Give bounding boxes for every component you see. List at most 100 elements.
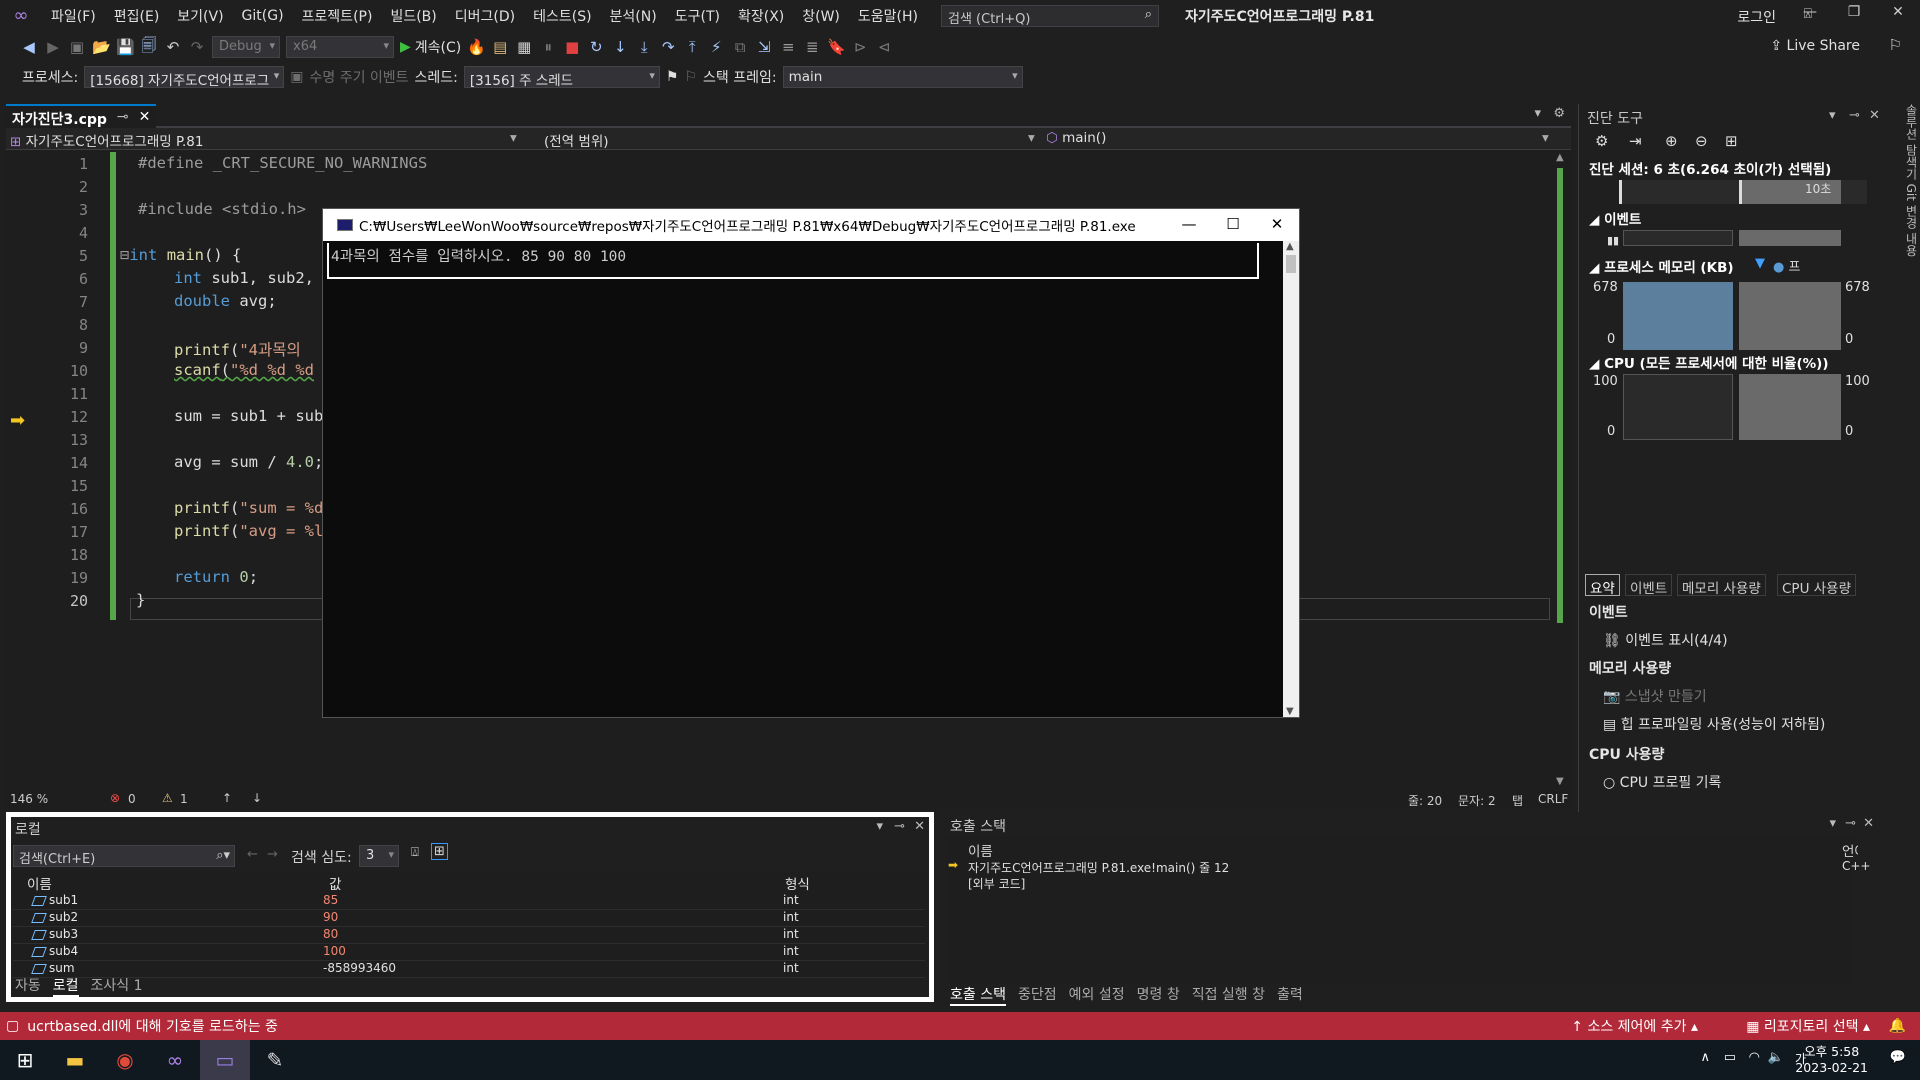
- restart-icon[interactable]: ↻: [587, 38, 605, 56]
- console-titlebar[interactable]: C:₩Users₩LeeWonWoo₩source₩repos₩자기주도C언어프…: [323, 209, 1299, 241]
- hot-reload-icon[interactable]: 🔥: [467, 38, 486, 56]
- menu-help[interactable]: 도움말(H): [849, 6, 927, 26]
- prev-issue-icon[interactable]: ↑: [222, 791, 232, 805]
- heap-profiling-toggle[interactable]: ▤ 힙 프로파일링 사용(성능이 저하됨): [1603, 714, 1825, 734]
- error-count[interactable]: 0: [128, 792, 136, 806]
- diag-select-tools-icon[interactable]: ⇥: [1629, 132, 1642, 150]
- battery-icon[interactable]: ▭: [1724, 1050, 1736, 1065]
- cpu-section-title[interactable]: ◢ CPU (모든 프로세서에 대한 비율(%)): [1589, 352, 1828, 372]
- menu-analyze[interactable]: 분석(N): [601, 6, 666, 26]
- uncomment-icon[interactable]: ≣: [803, 38, 821, 56]
- pin-source-icon[interactable]: ⍍: [411, 845, 419, 860]
- tab-command-window[interactable]: 명령 창: [1137, 984, 1180, 1006]
- process-select[interactable]: [15668] 자기주도C언어프로그: [84, 66, 285, 88]
- lifecycle-events-label[interactable]: 수명 주기 이벤트: [309, 67, 408, 87]
- visual-studio-icon[interactable]: ∞: [150, 1040, 200, 1080]
- pin-icon[interactable]: ⊸: [117, 109, 129, 125]
- platform-select[interactable]: x64: [286, 36, 394, 58]
- login-button[interactable]: 로그인: [1737, 7, 1776, 27]
- global-search-input[interactable]: 검색 (Ctrl+Q) ⌕: [941, 5, 1159, 27]
- nav-project-dropdown-icon[interactable]: ▾: [510, 130, 517, 146]
- search-forward-icon[interactable]: →: [267, 847, 278, 862]
- table-row[interactable]: sum -858993460 int: [13, 961, 925, 978]
- tab-watch-1[interactable]: 조사식 1: [91, 975, 143, 997]
- reset-view-icon[interactable]: ⊞: [1725, 132, 1738, 150]
- menu-project[interactable]: 프로젝트(P): [293, 6, 382, 26]
- menu-file[interactable]: 파일(F): [42, 6, 105, 26]
- tray-chevron-icon[interactable]: ∧: [1700, 1050, 1710, 1065]
- menu-extensions[interactable]: 확장(X): [729, 6, 793, 26]
- system-clock[interactable]: 오후 5:58 2023-02-21: [1795, 1044, 1868, 1076]
- table-row[interactable]: sub1 85 int: [13, 893, 925, 910]
- record-cpu-profile-button[interactable]: ○ CPU 프로필 기록: [1603, 772, 1721, 792]
- tab-output[interactable]: 출력: [1277, 984, 1303, 1006]
- row-value[interactable]: 100: [323, 944, 346, 958]
- lifecycle-icon[interactable]: ▣: [290, 69, 303, 85]
- table-row[interactable]: sub3 80 int: [13, 927, 925, 944]
- hex-display-icon[interactable]: ⊞: [431, 843, 448, 860]
- close-icon[interactable]: ✕: [1876, 4, 1920, 20]
- tab-locals[interactable]: 로컬: [52, 975, 79, 997]
- console-close-icon[interactable]: ✕: [1255, 215, 1299, 233]
- menu-build[interactable]: 빌드(B): [381, 6, 445, 26]
- forward-icon[interactable]: ▶: [44, 38, 62, 56]
- undo-icon[interactable]: ↶: [164, 38, 182, 56]
- live-share-button[interactable]: ⇪ Live Share: [1770, 38, 1860, 54]
- row-value[interactable]: -858993460: [323, 961, 396, 975]
- row-value[interactable]: 85: [323, 893, 338, 907]
- nav-function-select[interactable]: ⬡ main(): [1046, 130, 1106, 146]
- tab-events[interactable]: 이벤트: [1625, 574, 1673, 597]
- step-over-icon[interactable]: ↷: [659, 38, 677, 56]
- menu-debug[interactable]: 디버그(D): [446, 6, 524, 26]
- feedback-icon[interactable]: ⚐: [1889, 36, 1902, 54]
- stop-icon[interactable]: ■: [563, 38, 581, 56]
- take-snapshot-button[interactable]: 📷 스냅샷 만들기: [1603, 686, 1707, 706]
- tab-indicator[interactable]: 탭: [1512, 792, 1523, 809]
- next-bookmark-icon[interactable]: ⊲: [875, 38, 893, 56]
- row-value[interactable]: 90: [323, 910, 338, 924]
- tab-list-icon[interactable]: ▾: [1534, 106, 1541, 121]
- thread-select[interactable]: [3156] 주 스레드: [463, 66, 660, 88]
- notification-bell-icon[interactable]: 🔔: [1889, 1018, 1906, 1034]
- stackframe-select[interactable]: main: [782, 66, 1023, 88]
- bookmark-icon[interactable]: 🔖: [827, 38, 846, 56]
- column-type[interactable]: 형식: [785, 873, 810, 893]
- restore-icon[interactable]: ❐: [1832, 4, 1876, 20]
- step-into-icon[interactable]: ⤓: [635, 38, 653, 56]
- nav-scope-select[interactable]: (전역 범위): [544, 130, 609, 150]
- menu-test[interactable]: 테스트(S): [524, 6, 600, 26]
- wifi-icon[interactable]: ◠: [1749, 1050, 1760, 1065]
- row-value[interactable]: 80: [323, 927, 338, 941]
- menu-view[interactable]: 보기(V): [168, 6, 232, 26]
- table-row[interactable]: sub4 100 int: [13, 944, 925, 961]
- continue-button[interactable]: ▶ 계속(C): [400, 37, 461, 57]
- callstack-menu-icon[interactable]: ▾: [1829, 816, 1836, 831]
- table-row[interactable]: sub2 90 int: [13, 910, 925, 927]
- console-minimize-icon[interactable]: —: [1167, 215, 1211, 233]
- column-indicator[interactable]: 문자: 2: [1458, 792, 1496, 809]
- tab-source-file[interactable]: 자가진단3.cpp ⊸ ✕: [6, 104, 157, 128]
- tab-cpu-usage[interactable]: CPU 사용량: [1777, 574, 1856, 597]
- thread-icon[interactable]: ⧉: [731, 38, 749, 56]
- next-issue-icon[interactable]: ↓: [252, 791, 262, 805]
- pause-icon[interactable]: ⏸: [539, 38, 557, 56]
- show-events-link[interactable]: ⛓ 이벤트 표시(4/4): [1603, 630, 1728, 650]
- chrome-icon[interactable]: ◉: [100, 1040, 150, 1080]
- events-section-title[interactable]: ◢ 이벤트: [1589, 208, 1641, 228]
- volume-icon[interactable]: 🔈: [1768, 1050, 1784, 1065]
- menu-window[interactable]: 창(W): [793, 6, 849, 26]
- callstack-close-icon[interactable]: ✕: [1863, 816, 1874, 831]
- line-indicator[interactable]: 줄: 20: [1408, 792, 1442, 809]
- menu-git[interactable]: Git(G): [233, 8, 293, 24]
- table-row[interactable]: ➡ 자기주도C언어프로그래밍 P.81.exe!main() 줄 12 C++: [946, 858, 1871, 875]
- save-icon[interactable]: 💾: [116, 38, 135, 56]
- menu-edit[interactable]: 편집(E): [105, 6, 169, 26]
- scroll-up-icon[interactable]: ▲: [1556, 152, 1564, 163]
- console-maximize-icon[interactable]: ☐: [1211, 215, 1255, 233]
- locals-pin-icon[interactable]: ⊸: [894, 819, 905, 834]
- tab-immediate-window[interactable]: 직접 실행 창: [1192, 984, 1265, 1006]
- menu-tools[interactable]: 도구(T): [666, 6, 729, 26]
- prev-bookmark-icon[interactable]: ⊳: [851, 38, 869, 56]
- file-explorer-icon[interactable]: ▬: [50, 1040, 100, 1080]
- tab-close-icon[interactable]: ✕: [139, 109, 151, 125]
